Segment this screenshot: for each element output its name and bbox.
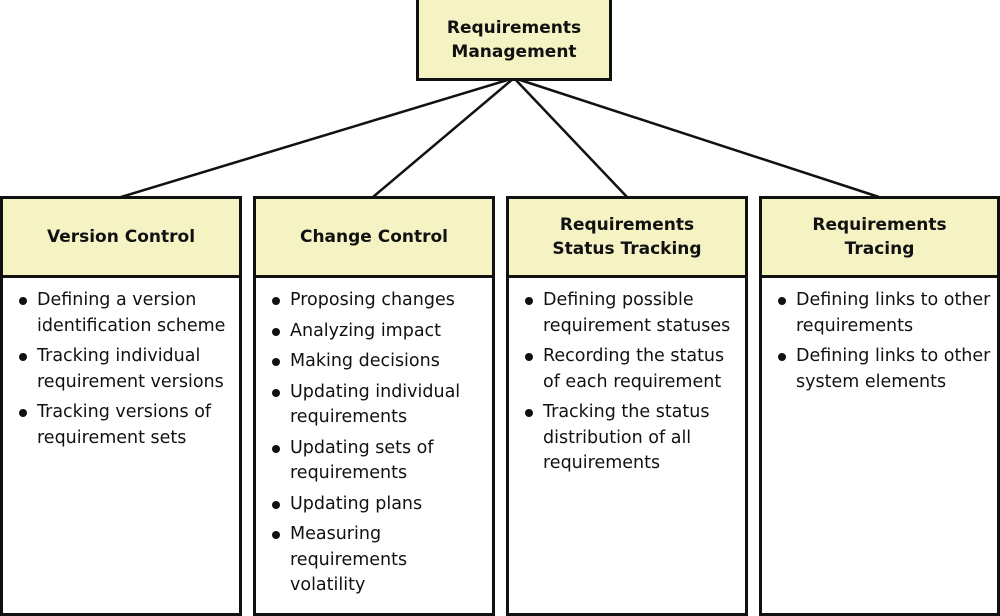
list-item: Tracking individual requirement versions — [17, 344, 233, 395]
node-item-list: Defining possible requirement statuses R… — [509, 278, 745, 477]
connector-change-control — [372, 77, 515, 198]
connector-version-control — [120, 76, 515, 199]
node-item-list: Proposing changes Analyzing impact Makin… — [256, 278, 492, 599]
node-requirements-tracing: Requirements Tracing Defining links to o… — [759, 196, 1000, 616]
node-version-control: Version Control Defining a version ident… — [0, 196, 242, 616]
node-title: Change Control — [299, 227, 449, 247]
list-item: Defining a version identification scheme — [17, 288, 233, 339]
list-item: Proposing changes — [270, 288, 486, 314]
node-header: Requirements Status Tracking — [509, 199, 745, 278]
node-item-list: Defining a version identification scheme… — [3, 278, 239, 451]
node-header: Version Control — [3, 199, 239, 278]
list-item: Defining links to other system elements — [776, 344, 991, 395]
node-item-list: Defining links to other requirements Def… — [762, 278, 997, 395]
node-title: Requirements — [812, 215, 947, 235]
node-title: Status Tracking — [552, 239, 702, 259]
list-item: Defining possible requirement statuses — [523, 288, 739, 339]
list-item: Tracking versions of requirement sets — [17, 400, 233, 451]
node-header: Requirements Tracing — [762, 199, 997, 278]
list-item: Defining links to other requirements — [776, 288, 991, 339]
node-title: Version Control — [46, 227, 196, 247]
root-title-line: Requirements — [446, 18, 582, 38]
list-item: Making decisions — [270, 349, 486, 375]
list-item: Analyzing impact — [270, 319, 486, 345]
list-item: Tracking the status distribution of all … — [523, 400, 739, 477]
node-title: Requirements — [559, 215, 695, 235]
root-title-line: Management — [451, 42, 577, 62]
list-item: Updating plans — [270, 492, 486, 518]
list-item: Updating individual requirements — [270, 380, 486, 431]
node-title: Tracing — [844, 239, 915, 259]
node-change-control: Change Control Proposing changes Analyzi… — [253, 196, 495, 616]
connector-tracing — [513, 76, 880, 199]
node-requirements-status-tracking: Requirements Status Tracking Defining po… — [506, 196, 748, 616]
node-header: Change Control — [256, 199, 492, 278]
list-item: Measuring requirements volatility — [270, 522, 486, 599]
root-node-requirements-management: Requirements Management — [416, 0, 612, 81]
list-item: Updating sets of requirements — [270, 436, 486, 487]
list-item: Recording the status of each requirement — [523, 344, 739, 395]
